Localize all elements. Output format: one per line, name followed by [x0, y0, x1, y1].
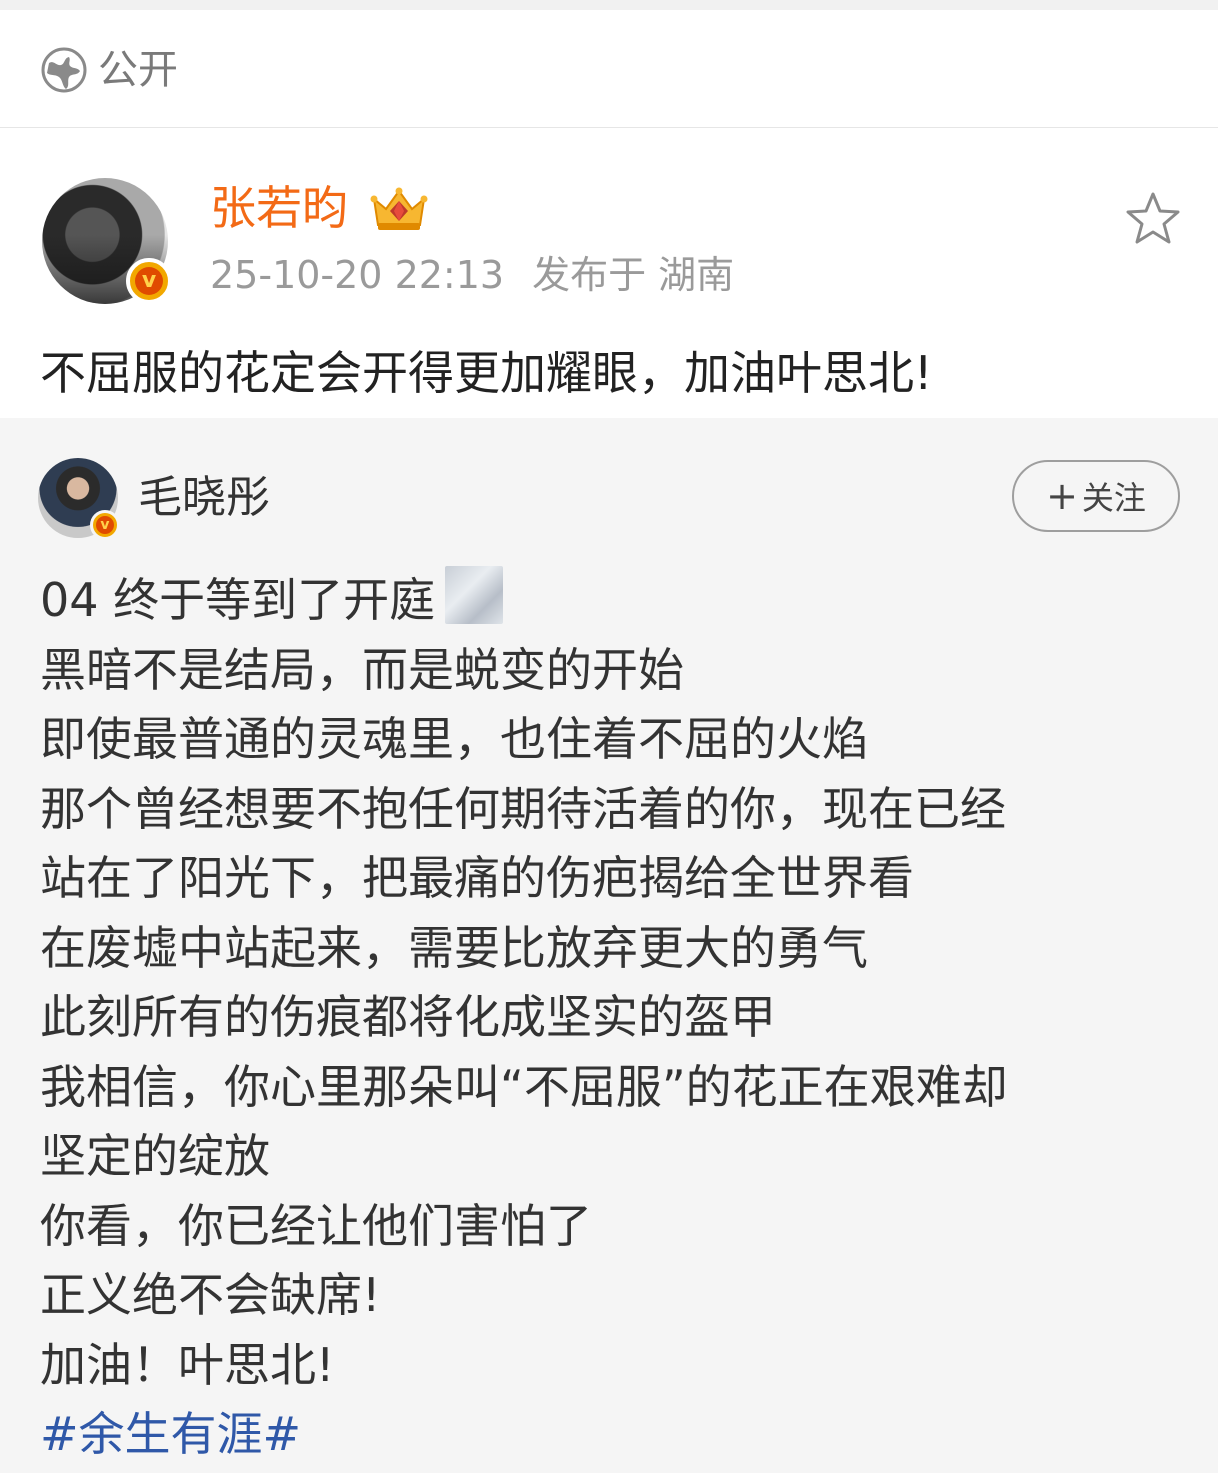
- repost-verified-badge-letter: v: [96, 516, 114, 534]
- post-location: 发布于 湖南: [532, 253, 735, 297]
- repost-text-line-0: 04 终于等到了开庭: [40, 573, 436, 627]
- verified-badge-letter: v: [135, 267, 163, 295]
- star-icon[interactable]: [1124, 190, 1182, 248]
- repost-text-line: 那个曾经想要不抱任何期待活着的你，现在已经: [40, 781, 1006, 836]
- globe-icon: [40, 46, 88, 94]
- repost-card[interactable]: v 毛晓彤 + 关注 04 终于等到了开庭 黑暗不是结局，而是蜕变的开始 即使最…: [0, 418, 1218, 1473]
- repost-text-line: 即使最普通的灵魂里，也住着不屈的火焰: [40, 712, 868, 766]
- repost-text-line: 正义绝不会缺席!: [40, 1268, 381, 1322]
- repost-text-line: 此刻所有的伤痕都将化成坚实的盔甲: [40, 990, 776, 1044]
- verified-badge: v: [126, 258, 172, 304]
- repost-author-name[interactable]: 毛晓彤: [138, 468, 270, 528]
- sky-image-thumbnail[interactable]: [445, 566, 504, 624]
- hashtag-link[interactable]: #余生有涯#: [40, 1400, 1190, 1470]
- post-header: v 张若昀 25-10-20 22:13 发布于 湖南: [0, 160, 1218, 320]
- author-name[interactable]: 张若昀: [210, 178, 348, 238]
- visibility-indicator[interactable]: 公开: [40, 45, 178, 95]
- post-timestamp: 25-10-20 22:13: [210, 253, 505, 297]
- repost-text-line: 我相信，你心里那朵叫“不屈服”的花正在艰难却: [40, 1059, 1008, 1114]
- repost-text: 04 终于等到了开庭 黑暗不是结局，而是蜕变的开始 即使最普通的灵魂里，也住着不…: [40, 566, 1190, 1470]
- crown-icon[interactable]: [368, 185, 430, 233]
- repost-verified-badge: v: [90, 510, 120, 540]
- visibility-label: 公开: [98, 47, 178, 93]
- repost-text-line: 04 终于等到了开庭: [40, 566, 1190, 636]
- weibo-post-detail: 公开 v 张若昀 25-10-20 22:13 发布于 湖南 不屈服的花定会开得…: [0, 0, 1218, 1473]
- repost-text-line: 黑暗不是结局，而是蜕变的开始: [40, 642, 684, 697]
- post-meta: 25-10-20 22:13 发布于 湖南: [210, 250, 734, 300]
- visibility-bar: 公开: [0, 0, 1218, 128]
- follow-button[interactable]: + 关注: [1012, 460, 1180, 532]
- repost-text-line: 在废墟中站起来，需要比放弃更大的勇气: [40, 920, 868, 975]
- post-text: 不屈服的花定会开得更加耀眼，加油叶思北!: [40, 346, 933, 400]
- repost-text-line: 加油！叶思北!: [40, 1337, 335, 1392]
- repost-text-line: 坚定的绽放: [40, 1129, 270, 1183]
- repost-text-line: 你看，你已经让他们害怕了: [40, 1198, 592, 1253]
- plus-icon: +: [1046, 474, 1078, 518]
- follow-label: 关注: [1081, 479, 1146, 517]
- repost-text-line: 站在了阳光下，把最痛的伤疤揭给全世界看: [40, 851, 914, 905]
